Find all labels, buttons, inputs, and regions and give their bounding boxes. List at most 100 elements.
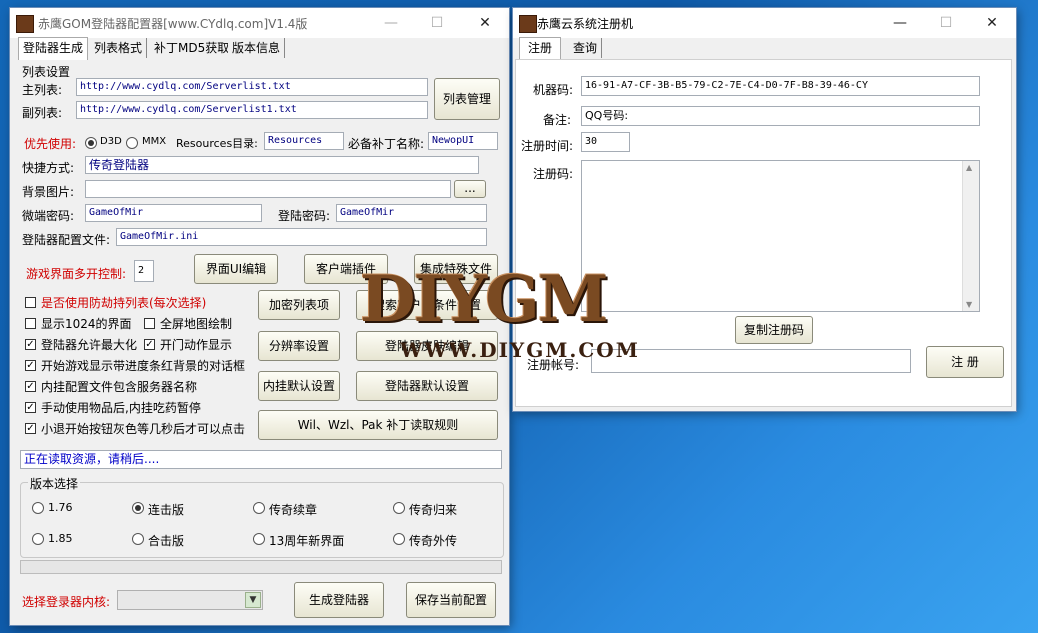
open-door-checkbox[interactable]: ✓ [144, 339, 155, 350]
version-label-1-85: 1.85 [48, 532, 73, 545]
register-tabs: 注册 查询 [513, 37, 1016, 60]
fullscreen-map-checkbox[interactable] [144, 318, 155, 329]
maximize-icon[interactable]: ☐ [414, 8, 460, 38]
version-label-1-76: 1.76 [48, 501, 73, 514]
allow-maximize-label: 登陆器允许最大化 [41, 338, 138, 352]
version-label-lianji: 连击版 [148, 503, 185, 517]
main-list-label: 主列表: [22, 83, 63, 97]
close-icon[interactable]: ✕ [462, 8, 508, 38]
chevron-down-icon[interactable]: ▼ [245, 592, 261, 608]
close-icon[interactable]: ✕ [969, 8, 1015, 38]
config-file-input[interactable]: GameOfMir.ini [116, 228, 487, 246]
register-titlebar[interactable]: 赤鹰云系统注册机 — ☐ ✕ [513, 8, 1016, 38]
patch-rule-button[interactable]: Wil、Wzl、Pak 补丁读取规则 [258, 410, 498, 440]
fullscreen-map-label: 全屏地图绘制 [160, 317, 233, 331]
version-group-title: 版本选择 [28, 475, 81, 492]
scroll-up-icon[interactable]: ▲ [966, 163, 972, 172]
version-label-heji: 合击版 [148, 534, 185, 548]
machine-code-input[interactable]: 16-91-A7-CF-3B-B5-79-C2-7E-C4-D0-7F-B8-3… [581, 76, 980, 96]
reg-code-scrollbar[interactable]: ▲ ▼ [962, 161, 979, 311]
status-field: 正在读取资源，请稍后.... [20, 450, 502, 469]
allow-maximize-checkbox[interactable]: ✓ [25, 339, 36, 350]
app-icon [519, 15, 537, 33]
patch-name-label: 必备补丁名称: [348, 137, 425, 151]
version-radio-heji[interactable] [132, 533, 144, 545]
watermark-url: WWW.DIYGM.COM [400, 338, 640, 362]
version-radio-1-76[interactable] [32, 502, 44, 514]
tab-generate[interactable]: 登陆器生成 [18, 37, 89, 60]
patch-name-input[interactable]: NewopUI [428, 132, 498, 150]
d3d-radio[interactable] [85, 137, 97, 149]
gray-button-label: 小退开始按钮灰色等几秒后才可以点击 [41, 422, 246, 436]
tab-register[interactable]: 注册 [519, 37, 562, 60]
server-name-label: 内挂配置文件包含服务器名称 [41, 380, 198, 394]
shortcut-input[interactable]: 传奇登陆器 [85, 156, 479, 174]
multi-open-input[interactable]: 2 [134, 260, 154, 282]
core-select[interactable]: ▼ [117, 590, 263, 610]
resources-input[interactable]: Resources [264, 132, 344, 150]
version-radio-13th[interactable] [253, 533, 265, 545]
priority-label: 优先使用: [24, 137, 77, 151]
pause-potion-checkbox[interactable]: ✓ [25, 402, 36, 413]
reg-time-label: 注册时间: [521, 139, 574, 153]
progress-dialog-checkbox[interactable]: ✓ [25, 360, 36, 371]
tab-version-info[interactable]: 版本信息 [228, 38, 286, 58]
minimize-icon[interactable]: — [368, 8, 414, 38]
ui-edit-button[interactable]: 界面UI编辑 [194, 254, 278, 284]
login-pwd-input[interactable]: GameOfMir [336, 204, 487, 222]
remark-input[interactable]: QQ号码: [581, 106, 980, 126]
show-1024-checkbox[interactable] [25, 318, 36, 329]
progress-bar [20, 560, 502, 574]
version-radio-lianji[interactable] [132, 502, 144, 514]
encrypt-list-button[interactable]: 加密列表项 [258, 290, 340, 320]
scroll-down-icon[interactable]: ▼ [966, 300, 972, 309]
multi-open-label: 游戏界面多开控制: [26, 267, 127, 281]
diygm-watermark: DIYGM WWW.DIYGM.COM [360, 262, 680, 382]
mmx-radio[interactable] [126, 137, 138, 149]
sub-list-input[interactable]: http://www.cydlq.com/Serverlist1.txt [76, 101, 428, 119]
micro-pwd-input[interactable]: GameOfMir [85, 204, 262, 222]
main-list-input[interactable]: http://www.cydlq.com/Serverlist.txt [76, 78, 428, 96]
copy-code-button[interactable]: 复制注册码 [735, 316, 813, 344]
version-radio-waizhuan[interactable] [393, 533, 405, 545]
tab-query[interactable]: 查询 [569, 38, 603, 58]
save-config-button[interactable]: 保存当前配置 [406, 582, 496, 618]
register-window-title: 赤鹰云系统注册机 [537, 17, 634, 31]
version-radio-1-85[interactable] [32, 533, 44, 545]
register-button[interactable]: 注 册 [926, 346, 1004, 378]
d3d-label: D3D [100, 136, 122, 147]
show-1024-label: 显示1024的界面 [41, 317, 132, 331]
version-radio-guilai[interactable] [393, 502, 405, 514]
mmx-label: MMX [142, 136, 167, 147]
micro-pwd-label: 微端密码: [22, 209, 75, 223]
resolution-button[interactable]: 分辨率设置 [258, 331, 340, 361]
generate-button[interactable]: 生成登陆器 [294, 582, 384, 618]
version-radio-xuzhang[interactable] [253, 502, 265, 514]
list-manage-button[interactable]: 列表管理 [434, 78, 500, 120]
version-label-waizhuan: 传奇外传 [409, 534, 458, 548]
remark-label: 备注: [543, 113, 572, 127]
bg-image-input[interactable] [85, 180, 451, 198]
tab-list-format[interactable]: 列表格式 [90, 38, 148, 58]
tab-patch-md5[interactable]: 补丁MD5获取 [150, 38, 235, 58]
shortcut-label: 快捷方式: [22, 161, 75, 175]
inner-default-button[interactable]: 内挂默认设置 [258, 371, 340, 401]
maximize-icon[interactable]: ☐ [923, 8, 969, 38]
gray-button-checkbox[interactable]: ✓ [25, 423, 36, 434]
list-settings-heading: 列表设置 [22, 65, 71, 79]
reg-time-input[interactable]: 30 [581, 132, 630, 152]
anti-hijack-label: 是否使用防劫持列表(每次选择) [41, 296, 207, 310]
server-name-checkbox[interactable]: ✓ [25, 381, 36, 392]
app-icon [16, 15, 34, 33]
anti-hijack-checkbox[interactable] [25, 297, 36, 308]
core-label: 选择登录器内核: [22, 595, 111, 609]
window-title: 赤鹰GOM登陆器配置器[www.CYdlq.com]V1.4版 [38, 17, 308, 31]
minimize-icon[interactable]: — [877, 8, 923, 38]
resources-label: Resources目录: [176, 137, 258, 150]
version-label-13th: 13周年新界面 [269, 534, 345, 548]
version-label-guilai: 传奇归来 [409, 503, 458, 517]
login-pwd-label: 登陆密码: [278, 209, 331, 223]
configurator-titlebar[interactable]: 赤鹰GOM登陆器配置器[www.CYdlq.com]V1.4版 — ☐ ✕ [10, 8, 509, 38]
bg-image-label: 背景图片: [22, 185, 75, 199]
browse-button[interactable]: ... [454, 180, 486, 198]
